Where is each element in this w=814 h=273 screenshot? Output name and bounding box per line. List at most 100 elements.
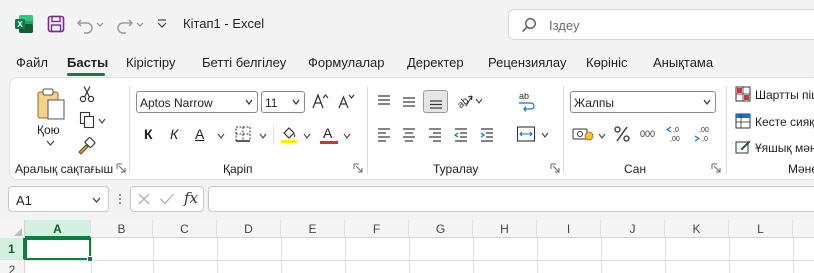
tab-insert[interactable]: Кірістіру xyxy=(126,55,176,70)
tab-file[interactable]: Файл xyxy=(16,55,48,70)
undo-icon[interactable] xyxy=(76,14,94,34)
chevron-down-icon[interactable] xyxy=(598,133,606,139)
decrease-indent-icon[interactable] xyxy=(453,126,469,142)
tab-review[interactable]: Рецензиялау xyxy=(488,55,566,70)
active-cell[interactable] xyxy=(25,238,91,260)
column-header[interactable]: L xyxy=(729,220,793,238)
more-options-icon[interactable] xyxy=(117,190,123,208)
chevron-down-icon[interactable] xyxy=(95,14,105,34)
italic-button[interactable]: К xyxy=(170,126,178,142)
row-header[interactable]: 1 xyxy=(0,238,25,260)
tab-formulas[interactable]: Формулалар xyxy=(308,55,385,70)
name-box[interactable]: A1 xyxy=(8,186,109,212)
merge-center-icon[interactable] xyxy=(516,125,536,143)
customize-toolbar-icon[interactable] xyxy=(155,14,169,34)
column-header[interactable]: K xyxy=(665,220,729,238)
number-format-combo[interactable]: Жалпы xyxy=(570,91,716,113)
chevron-down-icon[interactable] xyxy=(98,118,106,124)
format-painter-icon[interactable] xyxy=(76,137,96,155)
chevron-down-icon[interactable] xyxy=(343,133,351,139)
column-header[interactable]: E xyxy=(281,220,345,238)
tab-view[interactable]: Көрініс xyxy=(586,55,628,70)
conditional-formatting-button[interactable]: Шартты піш xyxy=(755,88,814,102)
chevron-down-icon[interactable] xyxy=(217,133,225,139)
fill-color-icon[interactable] xyxy=(280,124,298,144)
cut-icon[interactable] xyxy=(79,85,95,103)
save-icon[interactable] xyxy=(46,14,66,34)
dialog-launcher-icon[interactable] xyxy=(353,163,363,173)
window-title: Кітап1 - Excel xyxy=(183,16,265,31)
tab-home[interactable]: Басты xyxy=(67,55,108,70)
underline-button[interactable]: А xyxy=(195,126,204,142)
paste-icon[interactable] xyxy=(35,87,67,121)
column-header[interactable]: G xyxy=(409,220,473,238)
percent-style-icon[interactable] xyxy=(613,125,631,143)
increase-indent-icon[interactable] xyxy=(479,126,495,142)
chevron-down-icon[interactable] xyxy=(245,99,253,105)
column-header[interactable]: F xyxy=(345,220,409,238)
cancel-icon[interactable] xyxy=(137,192,151,206)
gridline xyxy=(793,238,794,273)
chevron-down-icon[interactable] xyxy=(46,140,55,146)
column-header[interactable]: C xyxy=(153,220,217,238)
paste-label[interactable]: Қою xyxy=(37,123,60,137)
align-bottom-button[interactable] xyxy=(423,90,448,113)
tab-data[interactable]: Деректер xyxy=(407,55,464,70)
decrease-decimal-icon[interactable]: ,00 ,0 xyxy=(693,124,715,144)
column-header[interactable]: A xyxy=(25,220,91,238)
spreadsheet-grid[interactable]: A B C D E F G H I J K L 1 2 xyxy=(0,220,814,273)
fill-handle[interactable] xyxy=(87,256,93,262)
align-middle-icon[interactable] xyxy=(401,93,417,109)
decrease-font-size-icon[interactable] xyxy=(337,92,355,110)
name-box-value: A1 xyxy=(16,193,32,208)
cell-styles-button[interactable]: Ұяшық мән xyxy=(755,141,814,155)
bold-button[interactable]: К xyxy=(144,126,153,142)
chevron-down-icon[interactable] xyxy=(259,133,267,139)
accounting-format-icon[interactable] xyxy=(572,126,594,142)
search-input[interactable] xyxy=(549,16,799,34)
font-color-button[interactable]: А xyxy=(320,125,338,145)
redo-icon[interactable] xyxy=(116,14,134,34)
chevron-down-icon[interactable] xyxy=(292,99,300,105)
enter-check-icon[interactable] xyxy=(159,192,175,206)
align-right-icon[interactable] xyxy=(427,126,443,142)
increase-font-size-icon[interactable] xyxy=(311,92,329,110)
column-header[interactable]: B xyxy=(91,220,153,238)
chevron-down-icon[interactable] xyxy=(92,197,101,203)
align-center-icon[interactable] xyxy=(401,126,417,142)
chevron-down-icon[interactable] xyxy=(541,132,549,138)
comma-style-icon[interactable]: 000 xyxy=(639,128,659,140)
align-top-icon[interactable] xyxy=(376,93,392,109)
tab-help[interactable]: Анықтама xyxy=(653,55,713,70)
row-header[interactable]: 2 xyxy=(0,260,25,273)
dialog-launcher-icon[interactable] xyxy=(116,163,126,173)
format-as-table-button[interactable]: Кесте сияқ xyxy=(755,115,814,129)
copy-icon[interactable] xyxy=(79,111,95,129)
dialog-launcher-icon[interactable] xyxy=(550,163,560,173)
orientation-icon[interactable]: ab xyxy=(454,91,474,111)
align-left-icon[interactable] xyxy=(376,126,392,142)
chevron-down-icon[interactable] xyxy=(703,99,711,105)
formula-input[interactable] xyxy=(208,186,814,212)
column-header[interactable]: J xyxy=(601,220,665,238)
chevron-down-icon[interactable] xyxy=(135,14,145,34)
tab-page-layout[interactable]: Бетті белгілеу xyxy=(202,55,286,70)
select-all-button[interactable] xyxy=(0,220,25,238)
font-name-combo[interactable]: Aptos Narrow xyxy=(136,91,258,113)
borders-icon[interactable] xyxy=(234,125,252,143)
insert-function-button[interactable]: fx xyxy=(184,189,198,207)
dialog-launcher-icon[interactable] xyxy=(711,163,721,173)
gridline xyxy=(473,238,474,273)
wrap-text-icon[interactable]: ab xyxy=(516,90,536,112)
conditional-formatting-icon[interactable] xyxy=(735,86,751,102)
column-header[interactable]: I xyxy=(537,220,601,238)
search-box[interactable] xyxy=(508,9,814,40)
column-header[interactable]: H xyxy=(473,220,537,238)
format-as-table-icon[interactable] xyxy=(735,113,751,129)
font-size-combo[interactable]: 11 xyxy=(261,91,305,113)
chevron-down-icon[interactable] xyxy=(475,98,483,104)
chevron-down-icon[interactable] xyxy=(303,133,311,139)
column-header[interactable]: D xyxy=(217,220,281,238)
cell-styles-icon[interactable] xyxy=(735,139,751,155)
increase-decimal-icon[interactable]: ,0 ,00 xyxy=(665,124,687,144)
